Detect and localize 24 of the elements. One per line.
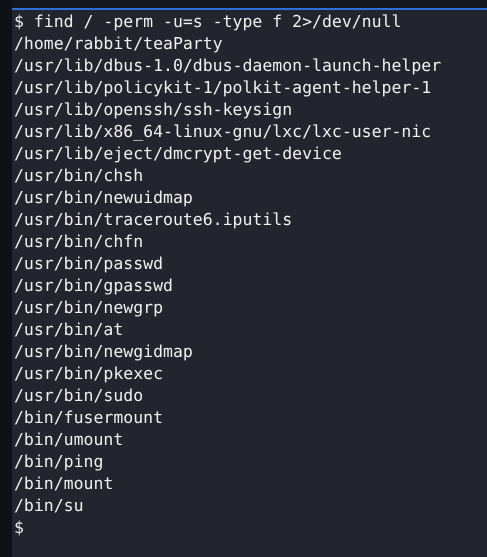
command-line: $ find / -perm -u=s -type f 2>/dev/null (14, 11, 402, 33)
output-line: /usr/bin/newgidmap (14, 341, 193, 363)
output-line: /usr/bin/gpasswd (14, 275, 173, 297)
prompt-symbol: $ (14, 517, 24, 539)
output-line: /usr/bin/passwd (14, 253, 164, 275)
output-line: /usr/lib/dbus-1.0/dbus-daemon-launch-helper (14, 55, 442, 77)
output-line: /usr/lib/eject/dmcrypt-get-device (14, 143, 342, 165)
output-line: /usr/lib/x86_64-linux-gnu/lxc/lxc-user-nic (14, 121, 432, 143)
output-line: /bin/su (14, 495, 84, 517)
output-line: /usr/bin/newuidmap (14, 187, 193, 209)
output-line: /usr/bin/chfn (14, 231, 144, 253)
output-line: /bin/ping (14, 451, 104, 473)
output-line: /usr/lib/policykit-1/polkit-agent-helper-1 (14, 77, 432, 99)
output-line: /usr/bin/chsh (14, 165, 144, 187)
output-line: /usr/bin/newgrp (14, 297, 164, 319)
output-line: /home/rabbit/teaParty (14, 33, 223, 55)
output-line: /usr/bin/traceroute6.iputils (14, 209, 292, 231)
output-line: /usr/bin/sudo (14, 385, 144, 407)
output-line: /bin/fusermount (14, 407, 164, 429)
output-line: /usr/lib/openssh/ssh-keysign (14, 99, 292, 121)
output-line: /bin/mount (14, 473, 114, 495)
output-line: /usr/bin/at (14, 319, 124, 341)
output-line: /bin/umount (14, 429, 124, 451)
output-line: /usr/bin/pkexec (14, 363, 164, 385)
